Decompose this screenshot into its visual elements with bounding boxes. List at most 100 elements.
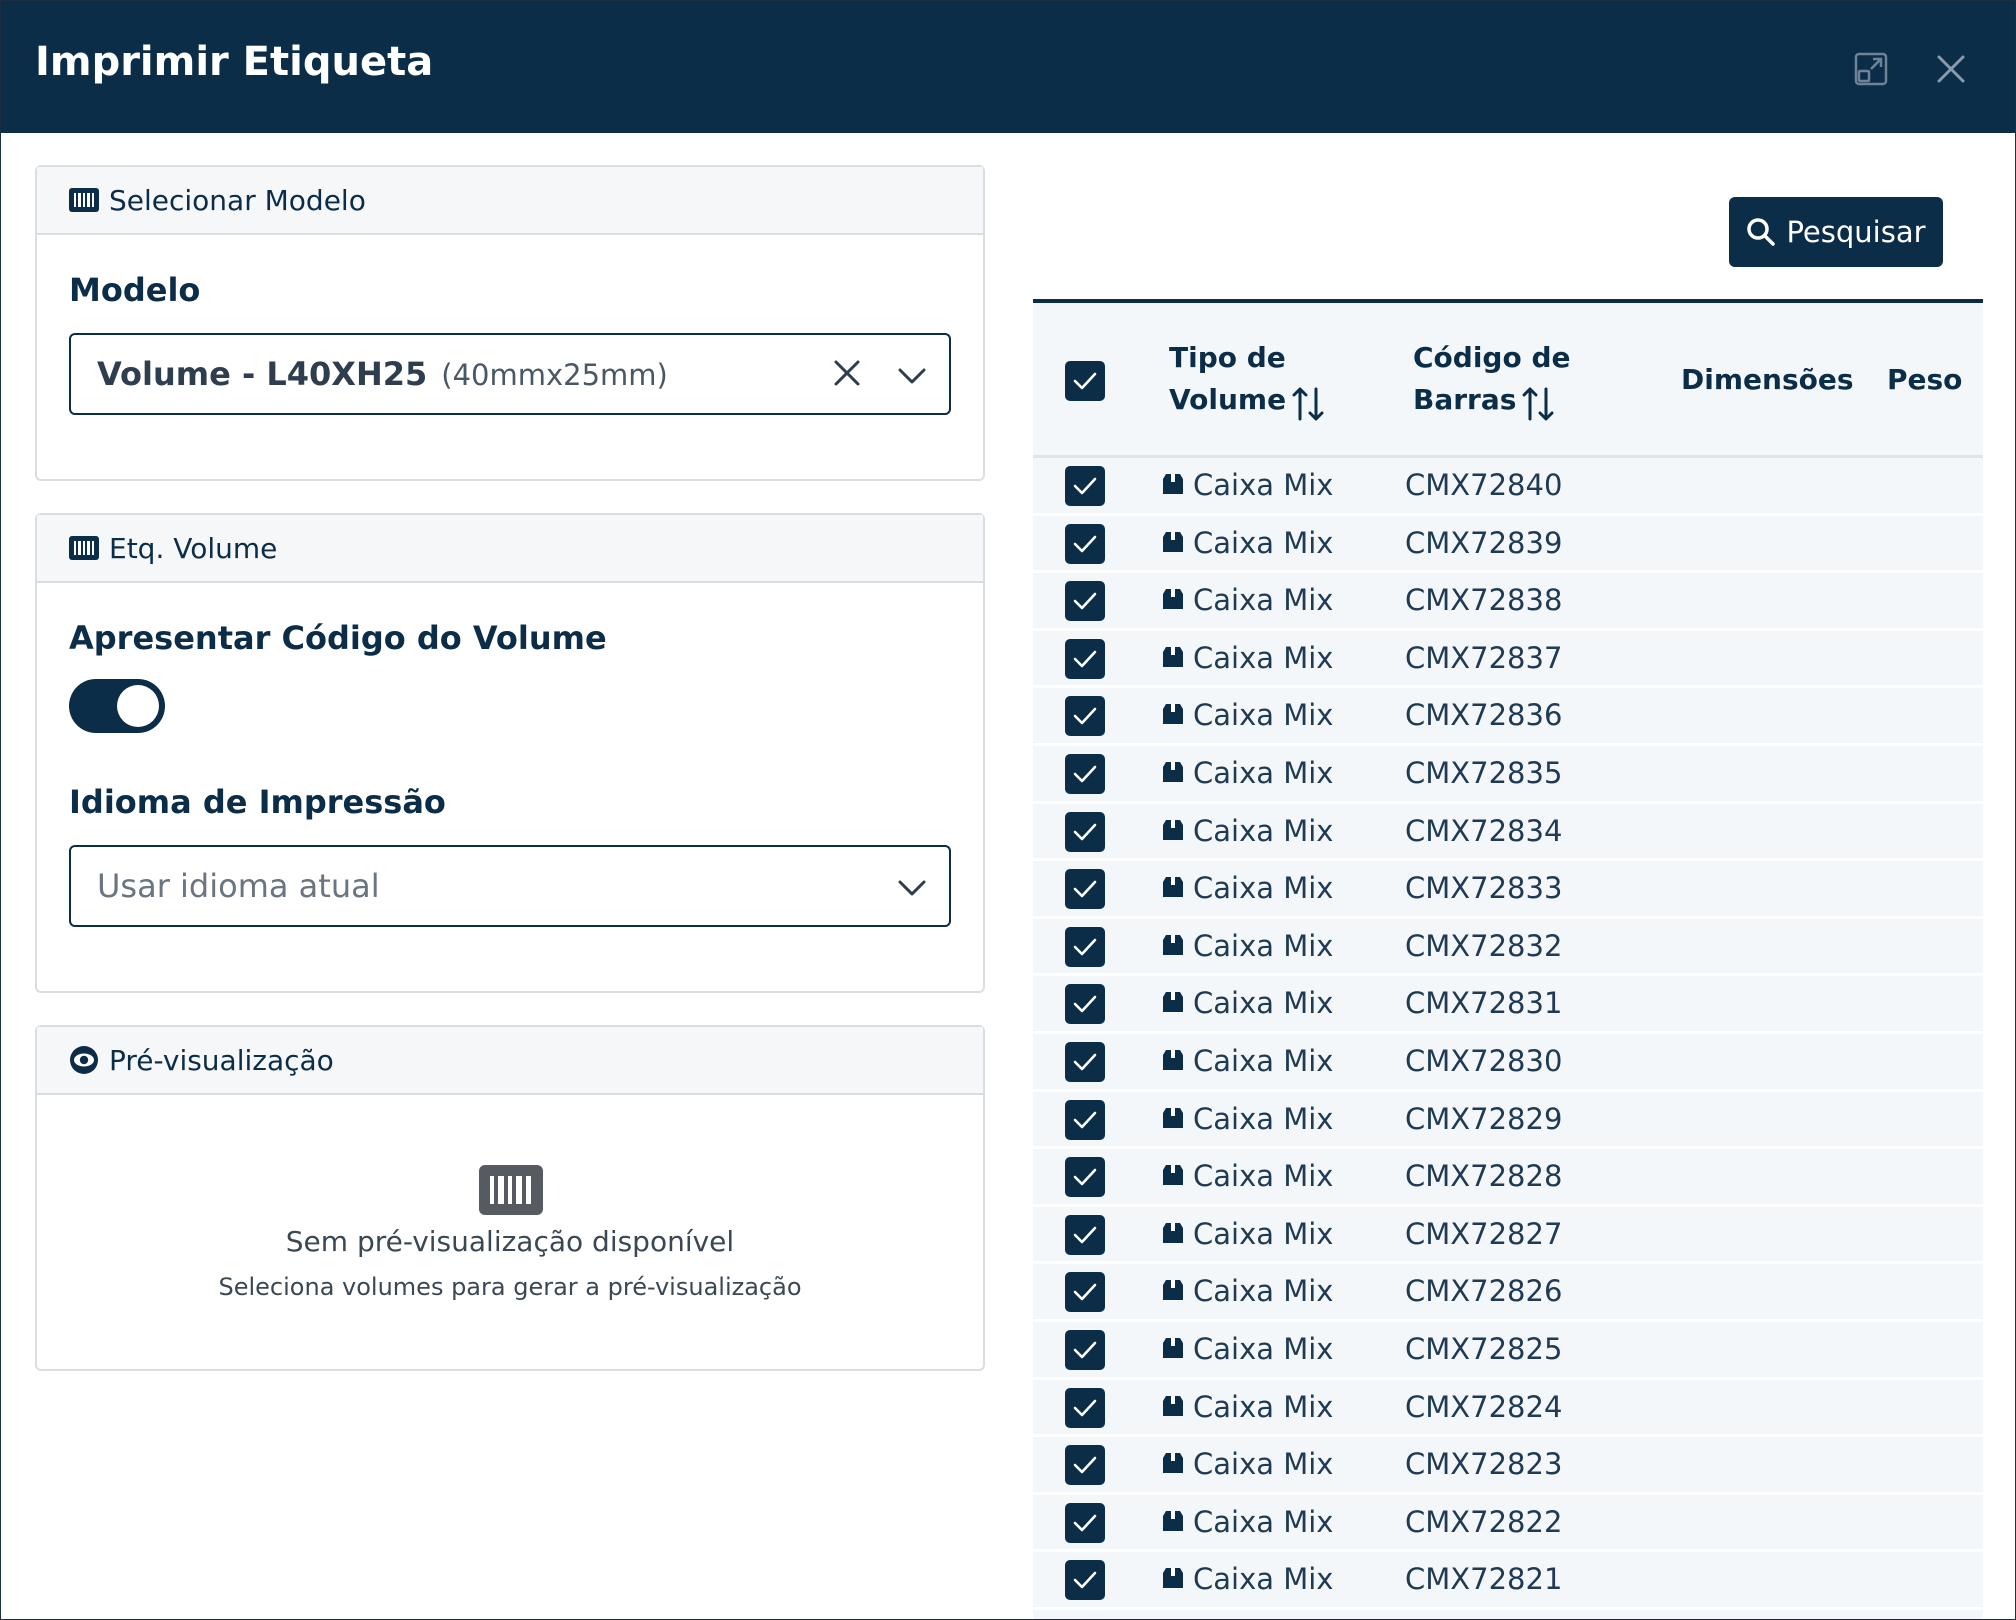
row-tipo: Caixa Mix bbox=[1193, 755, 1334, 790]
row-tipo: Caixa Mix bbox=[1193, 1216, 1334, 1251]
row-checkbox[interactable] bbox=[1065, 1329, 1105, 1370]
row-tipo: Caixa Mix bbox=[1193, 871, 1334, 906]
table-row[interactable]: Caixa Mix CMX72828 bbox=[1033, 1149, 1983, 1207]
row-codigo: CMX72823 bbox=[1405, 1447, 1563, 1482]
table-header: Tipo de Volume Código de Barras Dimensõe… bbox=[1033, 303, 1983, 458]
expand-button[interactable] bbox=[1851, 49, 1891, 89]
table-row[interactable]: Caixa Mix CMX72823 bbox=[1033, 1437, 1983, 1495]
table-row[interactable]: Caixa Mix CMX72840 bbox=[1033, 458, 1983, 516]
row-tipo: Caixa Mix bbox=[1193, 813, 1334, 848]
close-button[interactable] bbox=[1931, 49, 1971, 89]
table-row[interactable]: Caixa Mix CMX72834 bbox=[1033, 804, 1983, 862]
row-tipo: Caixa Mix bbox=[1193, 1043, 1334, 1078]
table-row[interactable]: Caixa Mix CMX72836 bbox=[1033, 688, 1983, 746]
row-codigo: CMX72821 bbox=[1405, 1562, 1563, 1597]
row-checkbox[interactable] bbox=[1065, 581, 1105, 622]
column-header-dimensoes[interactable]: Dimensões bbox=[1681, 359, 1854, 401]
row-checkbox[interactable] bbox=[1065, 753, 1105, 794]
model-label: Modelo bbox=[69, 271, 201, 309]
box-icon bbox=[1161, 587, 1185, 615]
row-checkbox[interactable] bbox=[1065, 1445, 1105, 1486]
row-codigo: CMX72834 bbox=[1405, 813, 1563, 848]
table-row[interactable]: Caixa Mix CMX72829 bbox=[1033, 1092, 1983, 1150]
row-checkbox[interactable] bbox=[1065, 926, 1105, 967]
row-checkbox[interactable] bbox=[1065, 1099, 1105, 1140]
row-codigo: CMX72830 bbox=[1405, 1043, 1563, 1078]
row-codigo: CMX72832 bbox=[1405, 928, 1563, 963]
show-volume-code-label: Apresentar Código do Volume bbox=[69, 619, 607, 657]
box-icon bbox=[1161, 472, 1185, 500]
column-header-tipo[interactable]: Tipo de Volume bbox=[1169, 337, 1286, 421]
box-icon bbox=[1161, 1566, 1185, 1594]
table-row[interactable]: Caixa Mix CMX72824 bbox=[1033, 1380, 1983, 1438]
row-checkbox[interactable] bbox=[1065, 1041, 1105, 1082]
row-codigo: CMX72826 bbox=[1405, 1274, 1563, 1309]
row-checkbox[interactable] bbox=[1065, 638, 1105, 679]
table-row[interactable]: Caixa Mix CMX72826 bbox=[1033, 1264, 1983, 1322]
table-body: Caixa Mix CMX72840 Caixa Mix CMX72839 Caixa … bbox=[1033, 458, 1983, 1610]
row-tipo: Caixa Mix bbox=[1193, 583, 1334, 618]
box-icon bbox=[1161, 1451, 1185, 1479]
close-icon bbox=[1937, 55, 1965, 83]
row-checkbox[interactable] bbox=[1065, 523, 1105, 564]
select-all-checkbox[interactable] bbox=[1065, 361, 1105, 401]
search-button-label: Pesquisar bbox=[1786, 215, 1926, 249]
box-icon bbox=[1161, 990, 1185, 1018]
print-language-select[interactable]: Usar idioma atual bbox=[69, 845, 951, 927]
box-icon bbox=[1161, 530, 1185, 558]
row-checkbox[interactable] bbox=[1065, 1502, 1105, 1543]
select-model-panel-header: Selecionar Modelo bbox=[37, 167, 983, 235]
search-button[interactable]: Pesquisar bbox=[1729, 197, 1943, 267]
row-checkbox[interactable] bbox=[1065, 1560, 1105, 1601]
preview-panel: Pré-visualização Sem pré-visualização di… bbox=[35, 1025, 985, 1371]
volume-label-panel: Etq. Volume Apresentar Código do Volume … bbox=[35, 513, 985, 993]
row-checkbox[interactable] bbox=[1065, 1387, 1105, 1428]
chevron-down-icon[interactable] bbox=[897, 361, 927, 395]
table-row[interactable]: Caixa Mix CMX72831 bbox=[1033, 976, 1983, 1034]
row-checkbox[interactable] bbox=[1065, 811, 1105, 852]
row-checkbox[interactable] bbox=[1065, 1272, 1105, 1313]
sort-icon[interactable] bbox=[1291, 385, 1325, 427]
row-codigo: CMX72831 bbox=[1405, 986, 1563, 1021]
table-row[interactable]: Caixa Mix CMX72839 bbox=[1033, 516, 1983, 574]
volume-label-panel-header: Etq. Volume bbox=[37, 515, 983, 583]
table-row[interactable]: Caixa Mix CMX72832 bbox=[1033, 919, 1983, 977]
table-row[interactable]: Caixa Mix CMX72827 bbox=[1033, 1207, 1983, 1265]
row-codigo: CMX72824 bbox=[1405, 1389, 1563, 1424]
model-select[interactable]: Volume - L40XH25 (40mmx25mm) bbox=[69, 333, 951, 415]
box-icon bbox=[1161, 1278, 1185, 1306]
row-checkbox[interactable] bbox=[1065, 984, 1105, 1025]
table-row[interactable]: Caixa Mix CMX72835 bbox=[1033, 746, 1983, 804]
table-row[interactable]: Caixa Mix CMX72821 bbox=[1033, 1552, 1983, 1610]
row-checkbox[interactable] bbox=[1065, 1157, 1105, 1198]
box-icon bbox=[1161, 1221, 1185, 1249]
row-tipo: Caixa Mix bbox=[1193, 1274, 1334, 1309]
chevron-down-icon[interactable] bbox=[897, 873, 927, 907]
row-tipo: Caixa Mix bbox=[1193, 698, 1334, 733]
table-row[interactable]: Caixa Mix CMX72825 bbox=[1033, 1322, 1983, 1380]
row-tipo: Caixa Mix bbox=[1193, 1562, 1334, 1597]
box-icon bbox=[1161, 1509, 1185, 1537]
clear-icon[interactable] bbox=[831, 357, 863, 393]
column-header-peso[interactable]: Peso bbox=[1887, 359, 1962, 401]
select-model-panel: Selecionar Modelo Modelo Volume - L40XH2… bbox=[35, 165, 985, 481]
row-tipo: Caixa Mix bbox=[1193, 468, 1334, 502]
sort-icon[interactable] bbox=[1521, 385, 1555, 427]
table-row[interactable]: Caixa Mix CMX72833 bbox=[1033, 861, 1983, 919]
table-row[interactable]: Caixa Mix CMX72838 bbox=[1033, 573, 1983, 631]
row-codigo: CMX72828 bbox=[1405, 1159, 1563, 1194]
table-row[interactable]: Caixa Mix CMX72830 bbox=[1033, 1034, 1983, 1092]
row-checkbox[interactable] bbox=[1065, 466, 1105, 506]
toggle-knob bbox=[117, 685, 159, 727]
table-row[interactable]: Caixa Mix CMX72822 bbox=[1033, 1495, 1983, 1553]
row-checkbox[interactable] bbox=[1065, 1214, 1105, 1255]
row-codigo: CMX72833 bbox=[1405, 871, 1563, 906]
row-tipo: Caixa Mix bbox=[1193, 1159, 1334, 1194]
table-row[interactable]: Caixa Mix CMX72837 bbox=[1033, 631, 1983, 689]
box-icon bbox=[1161, 1336, 1185, 1364]
row-tipo: Caixa Mix bbox=[1193, 1447, 1334, 1482]
row-checkbox[interactable] bbox=[1065, 696, 1105, 737]
row-codigo: CMX72835 bbox=[1405, 755, 1563, 790]
row-checkbox[interactable] bbox=[1065, 869, 1105, 910]
show-volume-code-toggle[interactable] bbox=[69, 679, 165, 733]
